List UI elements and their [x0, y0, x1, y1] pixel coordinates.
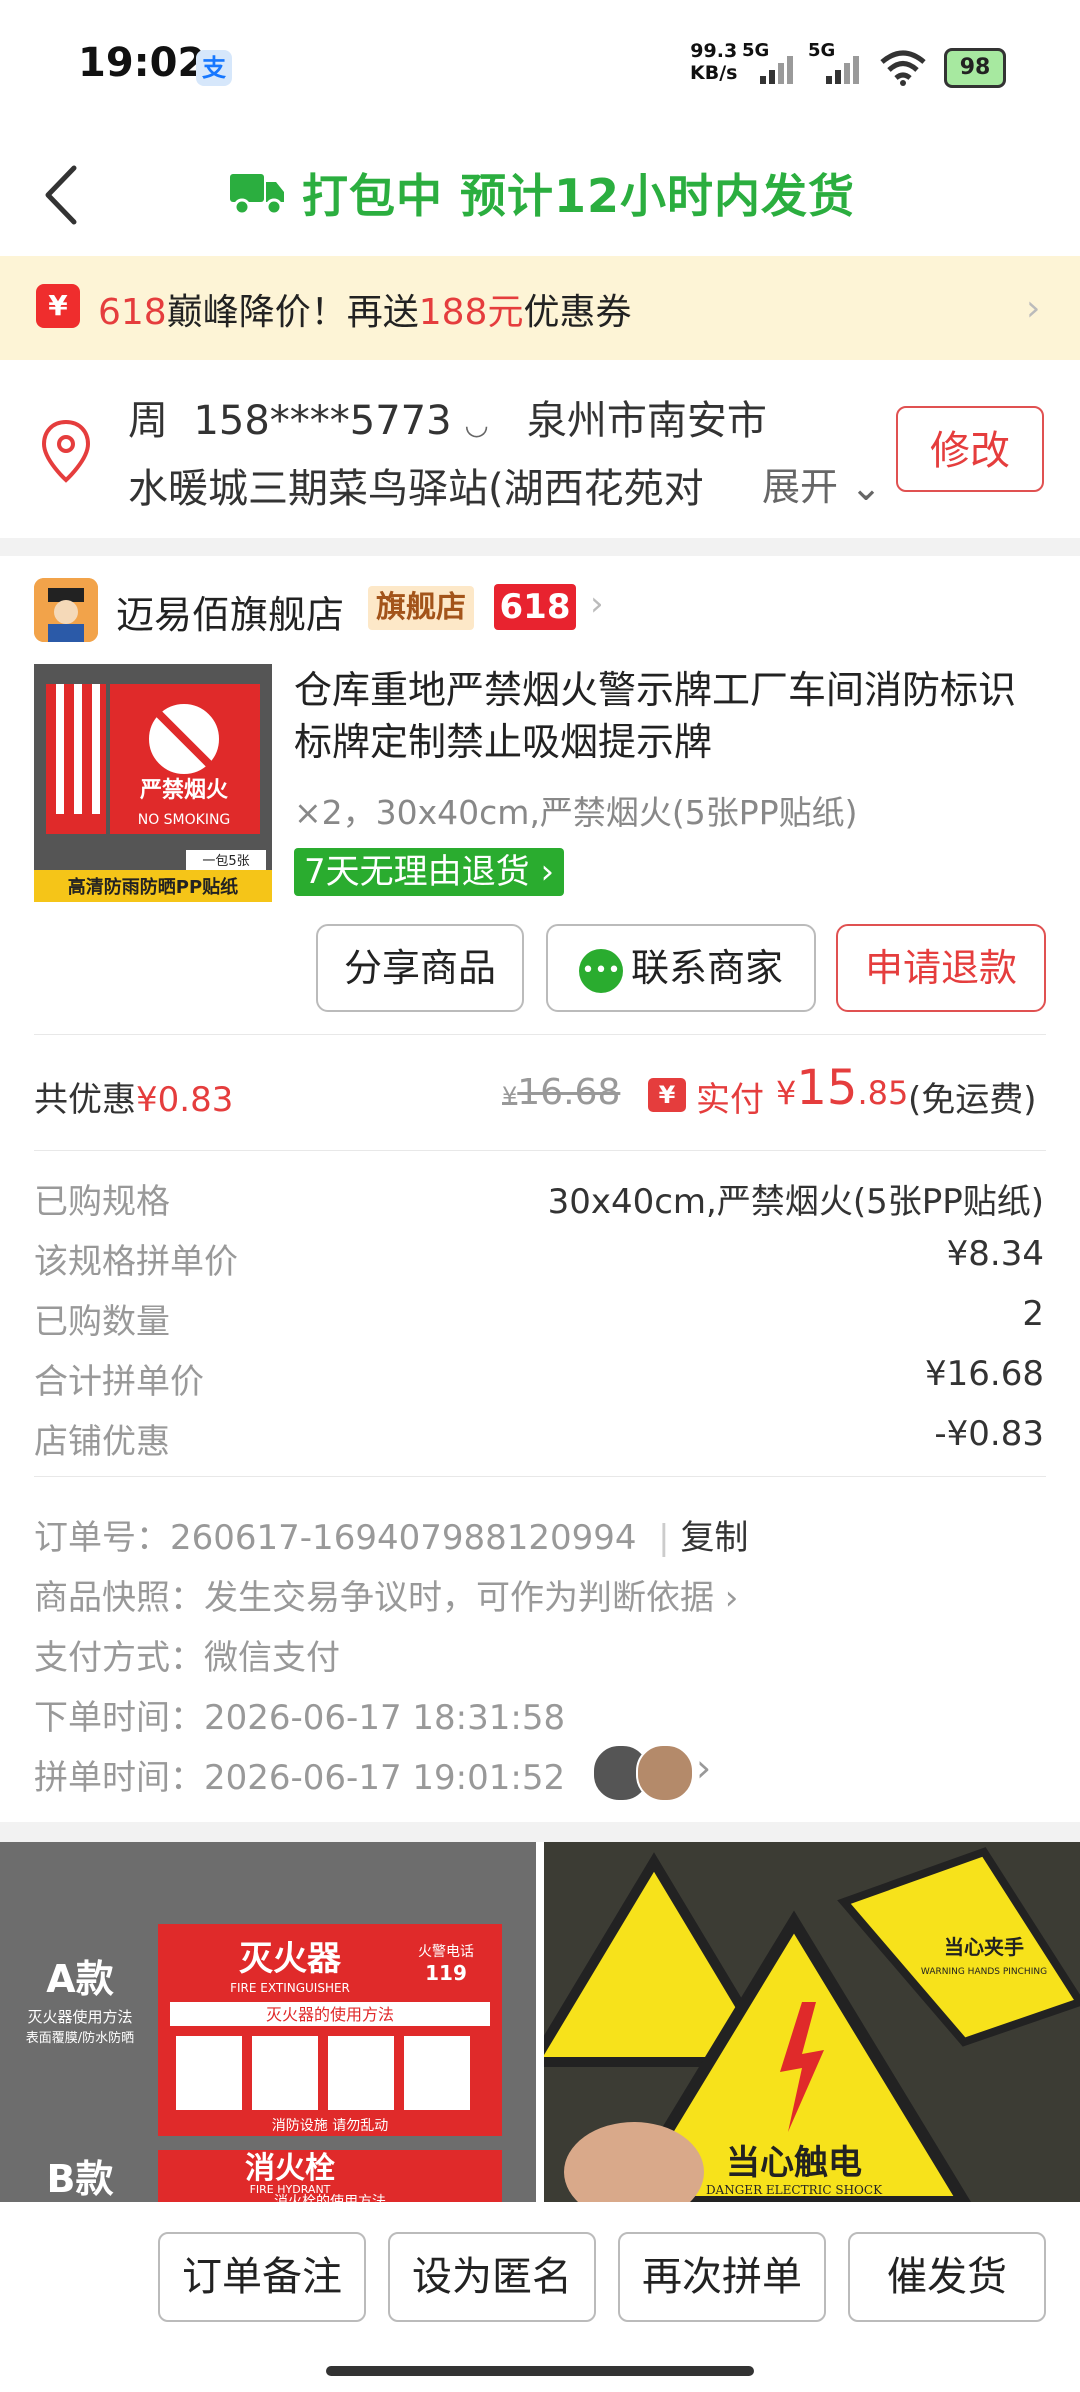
store-avatar[interactable] — [34, 578, 98, 642]
order-note-button[interactable]: 订单备注 — [158, 2232, 366, 2322]
detail-label: 店铺优惠 — [34, 1422, 170, 1462]
divider — [34, 1150, 1046, 1151]
ad-a-sub2: 表面覆膜/防水防晒 — [26, 2030, 134, 2046]
ad-foot: 消防设施 请勿乱动 — [272, 2118, 388, 2134]
product-title[interactable]: 仓库重地严禁烟火警示牌工厂车间消防标识标牌定制禁止吸烟提示牌 — [294, 664, 1034, 768]
ad-right-sub-en: WARNING HANDS PINCHING — [921, 1967, 1047, 1977]
address-detail: 水暖城三期菜鸟驿站(湖西花苑对 — [128, 466, 704, 512]
avatar[interactable] — [636, 1744, 694, 1802]
detail-value: -¥0.83 — [934, 1414, 1044, 1454]
chevron-right-icon[interactable]: › — [696, 1746, 711, 1790]
detail-label: 已购数量 — [34, 1302, 170, 1342]
ad-b-method: 消火栓的使用方法 — [274, 2193, 386, 2202]
paid-amount: ¥15.85 — [776, 1060, 909, 1116]
section-divider — [0, 1822, 1080, 1842]
order-time: 下单时间：2026-06-17 18:31:58 — [34, 1698, 566, 1738]
ad-title: 灭火器 — [239, 1939, 342, 1979]
recommend-image-right[interactable]: 当心夹手 WARNING HANDS PINCHING 当心触电 DANGER … — [544, 1842, 1080, 2202]
ad-method: 灭火器的使用方法 — [266, 2005, 394, 2024]
total-discount: 共优惠¥0.83 — [34, 1080, 234, 1120]
location-pin-icon — [41, 419, 91, 483]
detail-value: 2 — [1022, 1294, 1044, 1334]
shipping-status-title: 打包中 预计12小时内发货 — [302, 169, 856, 223]
product-image-text-en: NO SMOKING — [138, 812, 231, 828]
ad-b-title: 消火栓 — [245, 2151, 335, 2186]
ad-119: 119 — [425, 1961, 467, 1985]
address-contact: 周 158****5773 ◡ 泉州市南安市 — [128, 398, 767, 444]
return-policy-badge[interactable]: 7天无理由退货 › — [294, 848, 565, 896]
divider — [34, 1034, 1046, 1035]
contact-seller-button[interactable]: ••• 联系商家 — [546, 924, 816, 1012]
ad-right-sub: 当心夹手 — [944, 1935, 1024, 1959]
copy-button[interactable]: 复制 — [680, 1518, 748, 1558]
battery-indicator: 98 — [944, 48, 1006, 88]
signal-icon-2 — [826, 56, 859, 84]
group-again-button[interactable]: 再次拼单 — [618, 2232, 826, 2322]
ad-right-main-en: DANGER ELECTRIC SHOCK — [706, 2183, 883, 2197]
truck-icon — [230, 174, 284, 216]
divider — [34, 1476, 1046, 1477]
set-anonymous-button[interactable]: 设为匿名 — [388, 2232, 596, 2322]
recommend-image-left[interactable]: A款 灭火器使用方法 表面覆膜/防水防晒 灭火器 FIRE EXTINGUISH… — [0, 1842, 536, 2202]
product-image-pack: 一包5张 — [202, 854, 249, 869]
address-expand-button[interactable]: 展开 ⌄ — [732, 456, 882, 511]
paid-icon: ¥ — [648, 1078, 686, 1112]
detail-label: 已购规格 — [34, 1182, 170, 1222]
share-product-button[interactable]: 分享商品 — [316, 924, 524, 1012]
order-number: 订单号：260617-169407988120994 | 复制 — [34, 1518, 749, 1558]
chevron-right-icon: › — [714, 1578, 739, 1618]
network-speed: 99.3 KB/s — [690, 40, 738, 84]
ad-a-sub: 灭火器使用方法 — [27, 2008, 132, 2026]
status-time: 19:02 — [78, 40, 206, 86]
eye-closed-icon[interactable]: ◡ — [464, 408, 488, 441]
ad-title-en: FIRE EXTINGUISHER — [230, 1981, 350, 1995]
detail-label: 合计拼单价 — [34, 1362, 204, 1402]
payment-method: 支付方式：微信支付 — [34, 1638, 340, 1678]
product-snapshot[interactable]: 商品快照：发生交易争议时，可作为判断依据 › — [34, 1570, 738, 1619]
ad-a-label: A款 — [46, 1957, 113, 2001]
product-spec: ×2，30x40cm,严禁烟火(5张PP贴纸) — [294, 793, 858, 832]
product-image-footer: 高清防雨防晒PP贴纸 — [68, 876, 238, 898]
ad-phone: 火警电话 — [418, 1944, 474, 1960]
618-badge: 618 — [494, 584, 576, 630]
detail-value: ¥8.34 — [946, 1234, 1044, 1274]
chevron-right-icon: › — [590, 584, 604, 624]
wifi-icon — [880, 50, 926, 86]
chevron-right-icon: › — [529, 852, 555, 892]
request-refund-button[interactable]: 申请退款 — [836, 924, 1046, 1012]
flagship-badge: 旗舰店 — [368, 586, 474, 630]
promo-text: 618巅峰降价！再送188元优惠券 — [98, 292, 632, 333]
detail-value: 30x40cm,严禁烟火(5张PP贴纸) — [547, 1182, 1044, 1222]
back-arrow-icon[interactable] — [38, 160, 98, 230]
signal-icon — [760, 56, 793, 84]
store-name[interactable]: 迈易佰旗舰店 — [116, 584, 344, 639]
product-image-text: 严禁烟火 — [140, 777, 228, 803]
coupon-icon: ¥ — [36, 284, 80, 328]
chevron-right-icon: › — [1026, 288, 1041, 329]
edit-address-button[interactable]: 修改 — [896, 406, 1044, 492]
chat-icon: ••• — [578, 948, 623, 993]
chevron-down-icon: ⌄ — [838, 465, 882, 509]
detail-label: 该规格拼单价 — [34, 1242, 238, 1282]
alipay-icon: 支 — [196, 50, 232, 86]
home-indicator[interactable] — [326, 2366, 754, 2376]
original-price: ¥16.68 — [502, 1072, 621, 1113]
group-time: 拼单时间：2026-06-17 19:01:52 — [34, 1758, 566, 1798]
detail-value: ¥16.68 — [925, 1354, 1044, 1394]
paid-label: 实付 — [696, 1080, 764, 1120]
ad-right-main: 当心触电 — [726, 2143, 862, 2183]
product-image[interactable]: 严禁烟火 NO SMOKING 一包5张 高清防雨防晒PP贴纸 — [34, 664, 272, 902]
urge-shipping-button[interactable]: 催发货 — [848, 2232, 1046, 2322]
ad-b-label: B款 — [47, 2157, 114, 2201]
free-shipping: (免运费) — [908, 1080, 1037, 1120]
section-divider — [0, 538, 1080, 556]
